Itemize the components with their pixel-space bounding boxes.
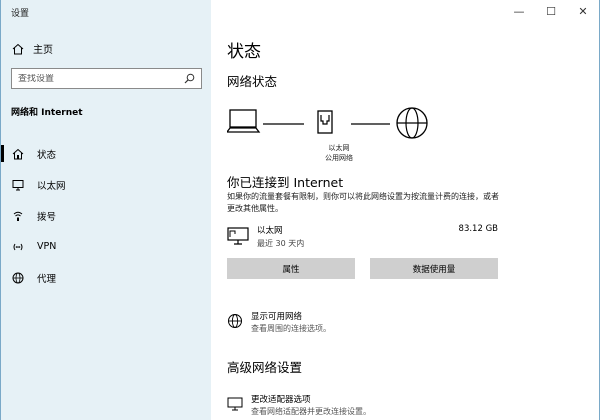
sidebar-item-proxy[interactable]: 代理 — [1, 262, 211, 293]
house-status-icon — [11, 148, 25, 160]
sidebar-item-label: 状态 — [37, 149, 57, 161]
adapter-monitor-icon — [227, 396, 243, 416]
sidebar-nav: 状态 以太网 拨号 VPN 代理 — [1, 138, 211, 293]
sidebar-item-ethernet[interactable]: 以太网 — [1, 169, 211, 200]
ethernet-adapter-icon — [227, 227, 249, 249]
sidebar-item-status[interactable]: 状态 — [1, 138, 211, 169]
sidebar: 设置 主页 网络和 Internet 状态 以太网 — [0, 0, 211, 420]
maximize-button[interactable]: ☐ — [535, 0, 567, 22]
sidebar-item-label: 代理 — [37, 273, 57, 285]
ethernet-monitor-icon — [11, 179, 25, 191]
sidebar-item-vpn[interactable]: VPN — [1, 231, 211, 262]
properties-button[interactable]: 属性 — [227, 258, 355, 279]
adapter-usage: 83.12 GB — [458, 224, 498, 234]
network-status-title: 网络状态 — [227, 74, 278, 89]
diagram-label-line1: 以太网 — [328, 144, 350, 152]
show-available-networks[interactable]: 显示可用网络 查看周围的连接选项。 — [227, 310, 527, 336]
sidebar-item-label: VPN — [37, 241, 57, 252]
adapter-summary: 以太网 最近 30 天内 83.12 GB — [227, 224, 498, 250]
vpn-icon — [11, 241, 25, 253]
sidebar-item-label: 拨号 — [37, 211, 57, 223]
adapter-period: 最近 30 天内 — [257, 239, 305, 248]
home-icon — [11, 43, 25, 55]
close-button[interactable]: ✕ — [567, 0, 599, 22]
page-title: 状态 — [227, 42, 261, 62]
search-input[interactable] — [18, 73, 184, 84]
connection-status-title: 你已连接到 Internet — [227, 175, 344, 190]
internet-globe-icon — [396, 107, 428, 139]
ethernet-port-icon — [317, 110, 333, 134]
show-networks-title: 显示可用网络 — [251, 312, 303, 322]
diagram-label-line2: 公用网络 — [325, 154, 353, 162]
window-controls: — ☐ ✕ — [503, 0, 599, 22]
home-link[interactable]: 主页 — [11, 41, 53, 56]
search-icon[interactable] — [184, 69, 195, 88]
connection-description: 如果你的流量套餐有限制，则你可以将此网络设置为按流量计费的连接，或者更改其他属性… — [227, 192, 499, 213]
network-diagram: 以太网 公用网络 — [227, 105, 437, 165]
home-label: 主页 — [33, 45, 53, 56]
laptop-icon — [227, 109, 261, 133]
sidebar-item-dialup[interactable]: 拨号 — [1, 200, 211, 231]
wireless-globe-icon — [227, 313, 243, 333]
minimize-button[interactable]: — — [503, 0, 535, 22]
search-box[interactable] — [11, 68, 202, 89]
window-title: 设置 — [11, 9, 30, 19]
advanced-settings-title: 高级网络设置 — [227, 360, 303, 375]
change-adapter-options[interactable]: 更改适配器选项 查看网络适配器并更改连接设置。 — [227, 393, 527, 419]
main-content: — ☐ ✕ 状态 网络状态 以太网 公用网络 你已连接到 Internet 如果… — [211, 0, 600, 420]
adapter-options-desc: 查看网络适配器并更改连接设置。 — [251, 407, 371, 416]
adapter-name: 以太网 — [257, 226, 283, 236]
adapter-options-title: 更改适配器选项 — [251, 395, 311, 405]
diagram-label: 以太网 公用网络 — [314, 143, 364, 163]
sidebar-item-label: 以太网 — [37, 180, 66, 192]
dialup-icon — [11, 210, 25, 222]
show-networks-desc: 查看周围的连接选项。 — [251, 324, 331, 333]
data-usage-button[interactable]: 数据使用量 — [370, 258, 498, 279]
sidebar-section-title: 网络和 Internet — [11, 108, 83, 118]
globe-icon — [11, 272, 25, 284]
